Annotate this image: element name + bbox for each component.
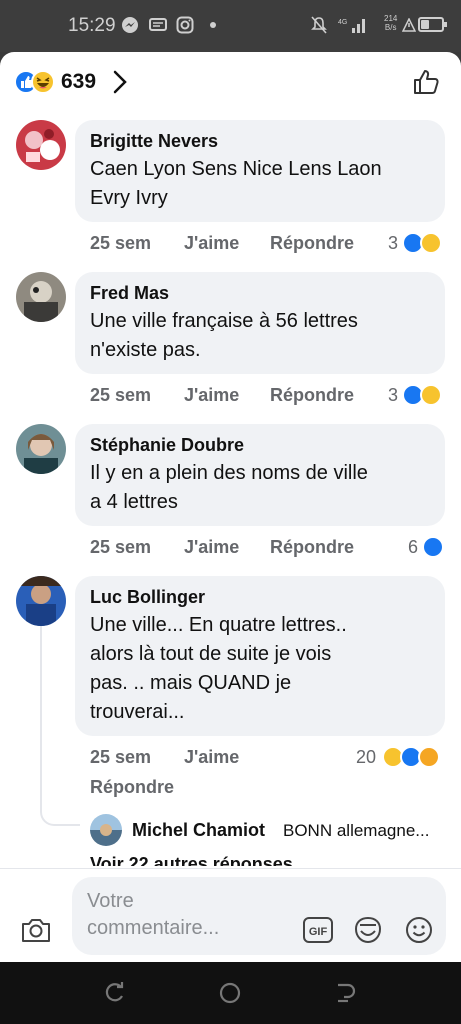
status-bar: 15:29 4G 214 B/s [0,0,461,52]
reply-button[interactable]: Répondre [90,777,174,798]
like-outline-icon[interactable] [412,67,442,97]
reply-button[interactable]: Répondre [270,385,354,406]
comment-time: 25 sem [90,233,152,253]
comment-input[interactable]: Votre commentaire... GIF [72,877,446,955]
chevron-right-icon[interactable] [112,69,128,95]
reaction-count[interactable]: 639 [61,70,96,94]
thread-line [40,626,42,804]
care-icon [418,746,440,768]
comment-text: Il y en a plein des noms de ville a 4 le… [90,462,368,513]
comment-bubble[interactable]: Brigitte Nevers Caen Lyon Sens Nice Lens… [75,120,445,222]
comment-author[interactable]: Luc Bollinger [90,586,430,608]
messenger-icon [121,16,139,34]
system-nav-bar [0,962,461,1024]
back-icon[interactable] [334,982,356,1004]
avatar[interactable] [16,272,66,322]
comment-text: Une ville française à 56 lettres n'exist… [90,310,358,361]
emoji-icon[interactable] [404,915,434,945]
camera-icon[interactable] [20,916,52,944]
like-button[interactable]: J'aime [184,385,239,406]
reply-preview[interactable]: Michel Chamiot BONN allemagne... [90,814,450,848]
avatar[interactable] [16,576,66,626]
network-type: 4G [338,19,347,26]
like-button[interactable]: J'aime [184,537,239,558]
comments-sheet: 639 Brigitte Nevers Caen Lyon Sens Nice … [0,52,461,962]
reaction-summary[interactable] [14,70,58,94]
comment-bubble[interactable]: Luc Bollinger Une ville... En quatre let… [75,576,445,736]
comment-text: Caen Lyon Sens Nice Lens Laon Evry Ivry [90,158,382,209]
reply-author[interactable]: Michel Chamiot [132,820,265,841]
comment-author[interactable]: Stéphanie Doubre [90,434,430,456]
comment-bubble[interactable]: Fred Mas Une ville française à 56 lettre… [75,272,445,374]
comment-reactions[interactable]: 3 [388,384,442,406]
sticker-icon[interactable] [352,915,384,945]
comment-time: 25 sem [90,747,152,767]
comment-author[interactable]: Fred Mas [90,282,430,304]
comment-time: 25 sem [90,537,152,557]
comment-reactions[interactable]: 3 [388,232,442,254]
like-button[interactable]: J'aime [184,233,239,254]
comment-bubble[interactable]: Stéphanie Doubre Il y en a plein des nom… [75,424,445,526]
svg-text:GIF: GIF [309,926,328,938]
message-icon [149,16,167,34]
like-icon [422,536,444,558]
notification-dot-icon [210,22,216,28]
reply-button[interactable]: Répondre [270,537,354,558]
avatar[interactable] [90,814,122,846]
comment-author[interactable]: Brigitte Nevers [90,130,430,152]
like-button[interactable]: J'aime [184,747,239,768]
comment-time: 25 sem [90,385,152,405]
warning-icon [400,16,418,34]
comment-reactions[interactable]: 20 [356,746,440,768]
avatar[interactable] [16,120,66,170]
haha-icon [420,384,442,406]
avatar[interactable] [16,424,66,474]
network-speed: 214 B/s [384,14,398,32]
battery-icon [418,17,447,32]
mute-icon [310,16,328,34]
comment-text: Une ville... En quatre lettres.. alors l… [90,614,347,723]
status-time: 15:29 [68,15,116,36]
reactions-header[interactable]: 639 [0,52,461,110]
thread-connector [40,804,80,826]
home-icon[interactable] [219,982,241,1004]
haha-icon [420,232,442,254]
view-more-replies-link[interactable]: Voir 22 autres réponses [90,854,293,866]
signal-icon: 4G [338,16,368,34]
instagram-icon [176,16,194,34]
haha-icon [31,70,55,94]
gif-icon[interactable]: GIF [302,915,334,945]
comment-placeholder: Votre commentaire... [87,890,220,939]
comment-composer: Votre commentaire... GIF [0,868,461,962]
reply-text: BONN allemagne... [283,821,430,840]
reply-button[interactable]: Répondre [270,233,354,254]
comment-reactions[interactable]: 6 [408,536,444,558]
recents-icon[interactable] [104,982,126,1004]
